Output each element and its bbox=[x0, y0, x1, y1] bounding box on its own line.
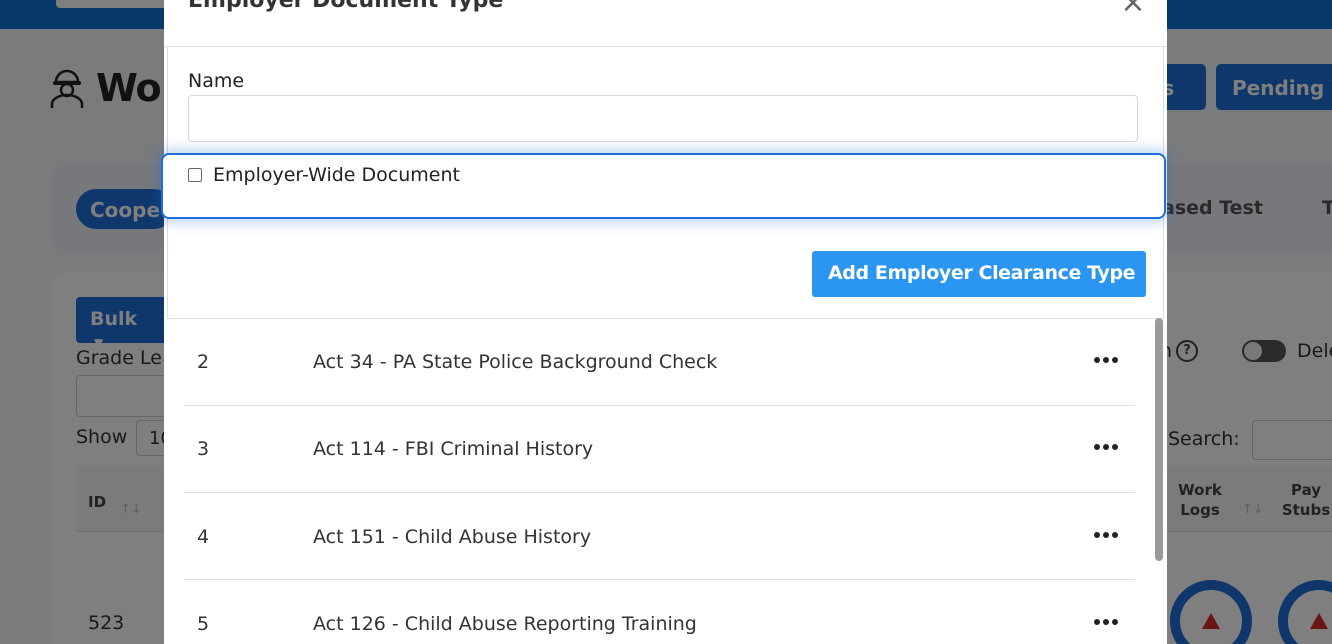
employer-wide-label[interactable]: Employer-Wide Document bbox=[213, 164, 460, 186]
item-id: 3 bbox=[197, 438, 210, 460]
list-item: 2 Act 34 - PA State Police Background Ch… bbox=[184, 319, 1135, 406]
list-scrollbar[interactable] bbox=[1155, 318, 1163, 561]
name-input[interactable] bbox=[188, 95, 1138, 142]
item-name: Act 114 - FBI Criminal History bbox=[313, 438, 594, 460]
close-icon[interactable]: × bbox=[1118, 0, 1148, 20]
employer-wide-checkbox-group bbox=[161, 153, 1166, 219]
list-item: 3 Act 114 - FBI Criminal History bbox=[184, 406, 1135, 493]
modal-title: Employer Document Type bbox=[188, 0, 504, 13]
list-item: 5 Act 126 - Child Abuse Reporting Traini… bbox=[184, 580, 1135, 644]
more-options-icon[interactable] bbox=[1094, 615, 1120, 629]
more-options-icon[interactable] bbox=[1094, 528, 1120, 542]
item-id: 2 bbox=[197, 351, 210, 373]
add-employer-clearance-type-button[interactable]: Add Employer Clearance Type bbox=[812, 251, 1146, 297]
more-options-icon[interactable] bbox=[1094, 353, 1120, 367]
item-name: Act 126 - Child Abuse Reporting Training bbox=[313, 613, 697, 635]
list-item: 4 Act 151 - Child Abuse History bbox=[184, 493, 1135, 580]
name-label: Name bbox=[188, 70, 245, 92]
more-options-icon[interactable] bbox=[1094, 440, 1120, 454]
item-id: 5 bbox=[197, 613, 210, 635]
modal-header: Employer Document Type × bbox=[164, 0, 1167, 47]
item-id: 4 bbox=[197, 526, 210, 548]
employer-wide-checkbox[interactable] bbox=[188, 168, 202, 182]
item-name: Act 34 - PA State Police Background Chec… bbox=[313, 351, 718, 373]
item-name: Act 151 - Child Abuse History bbox=[313, 526, 592, 548]
employer-document-type-modal: Employer Document Type × Name Employer-W… bbox=[161, 0, 1167, 644]
